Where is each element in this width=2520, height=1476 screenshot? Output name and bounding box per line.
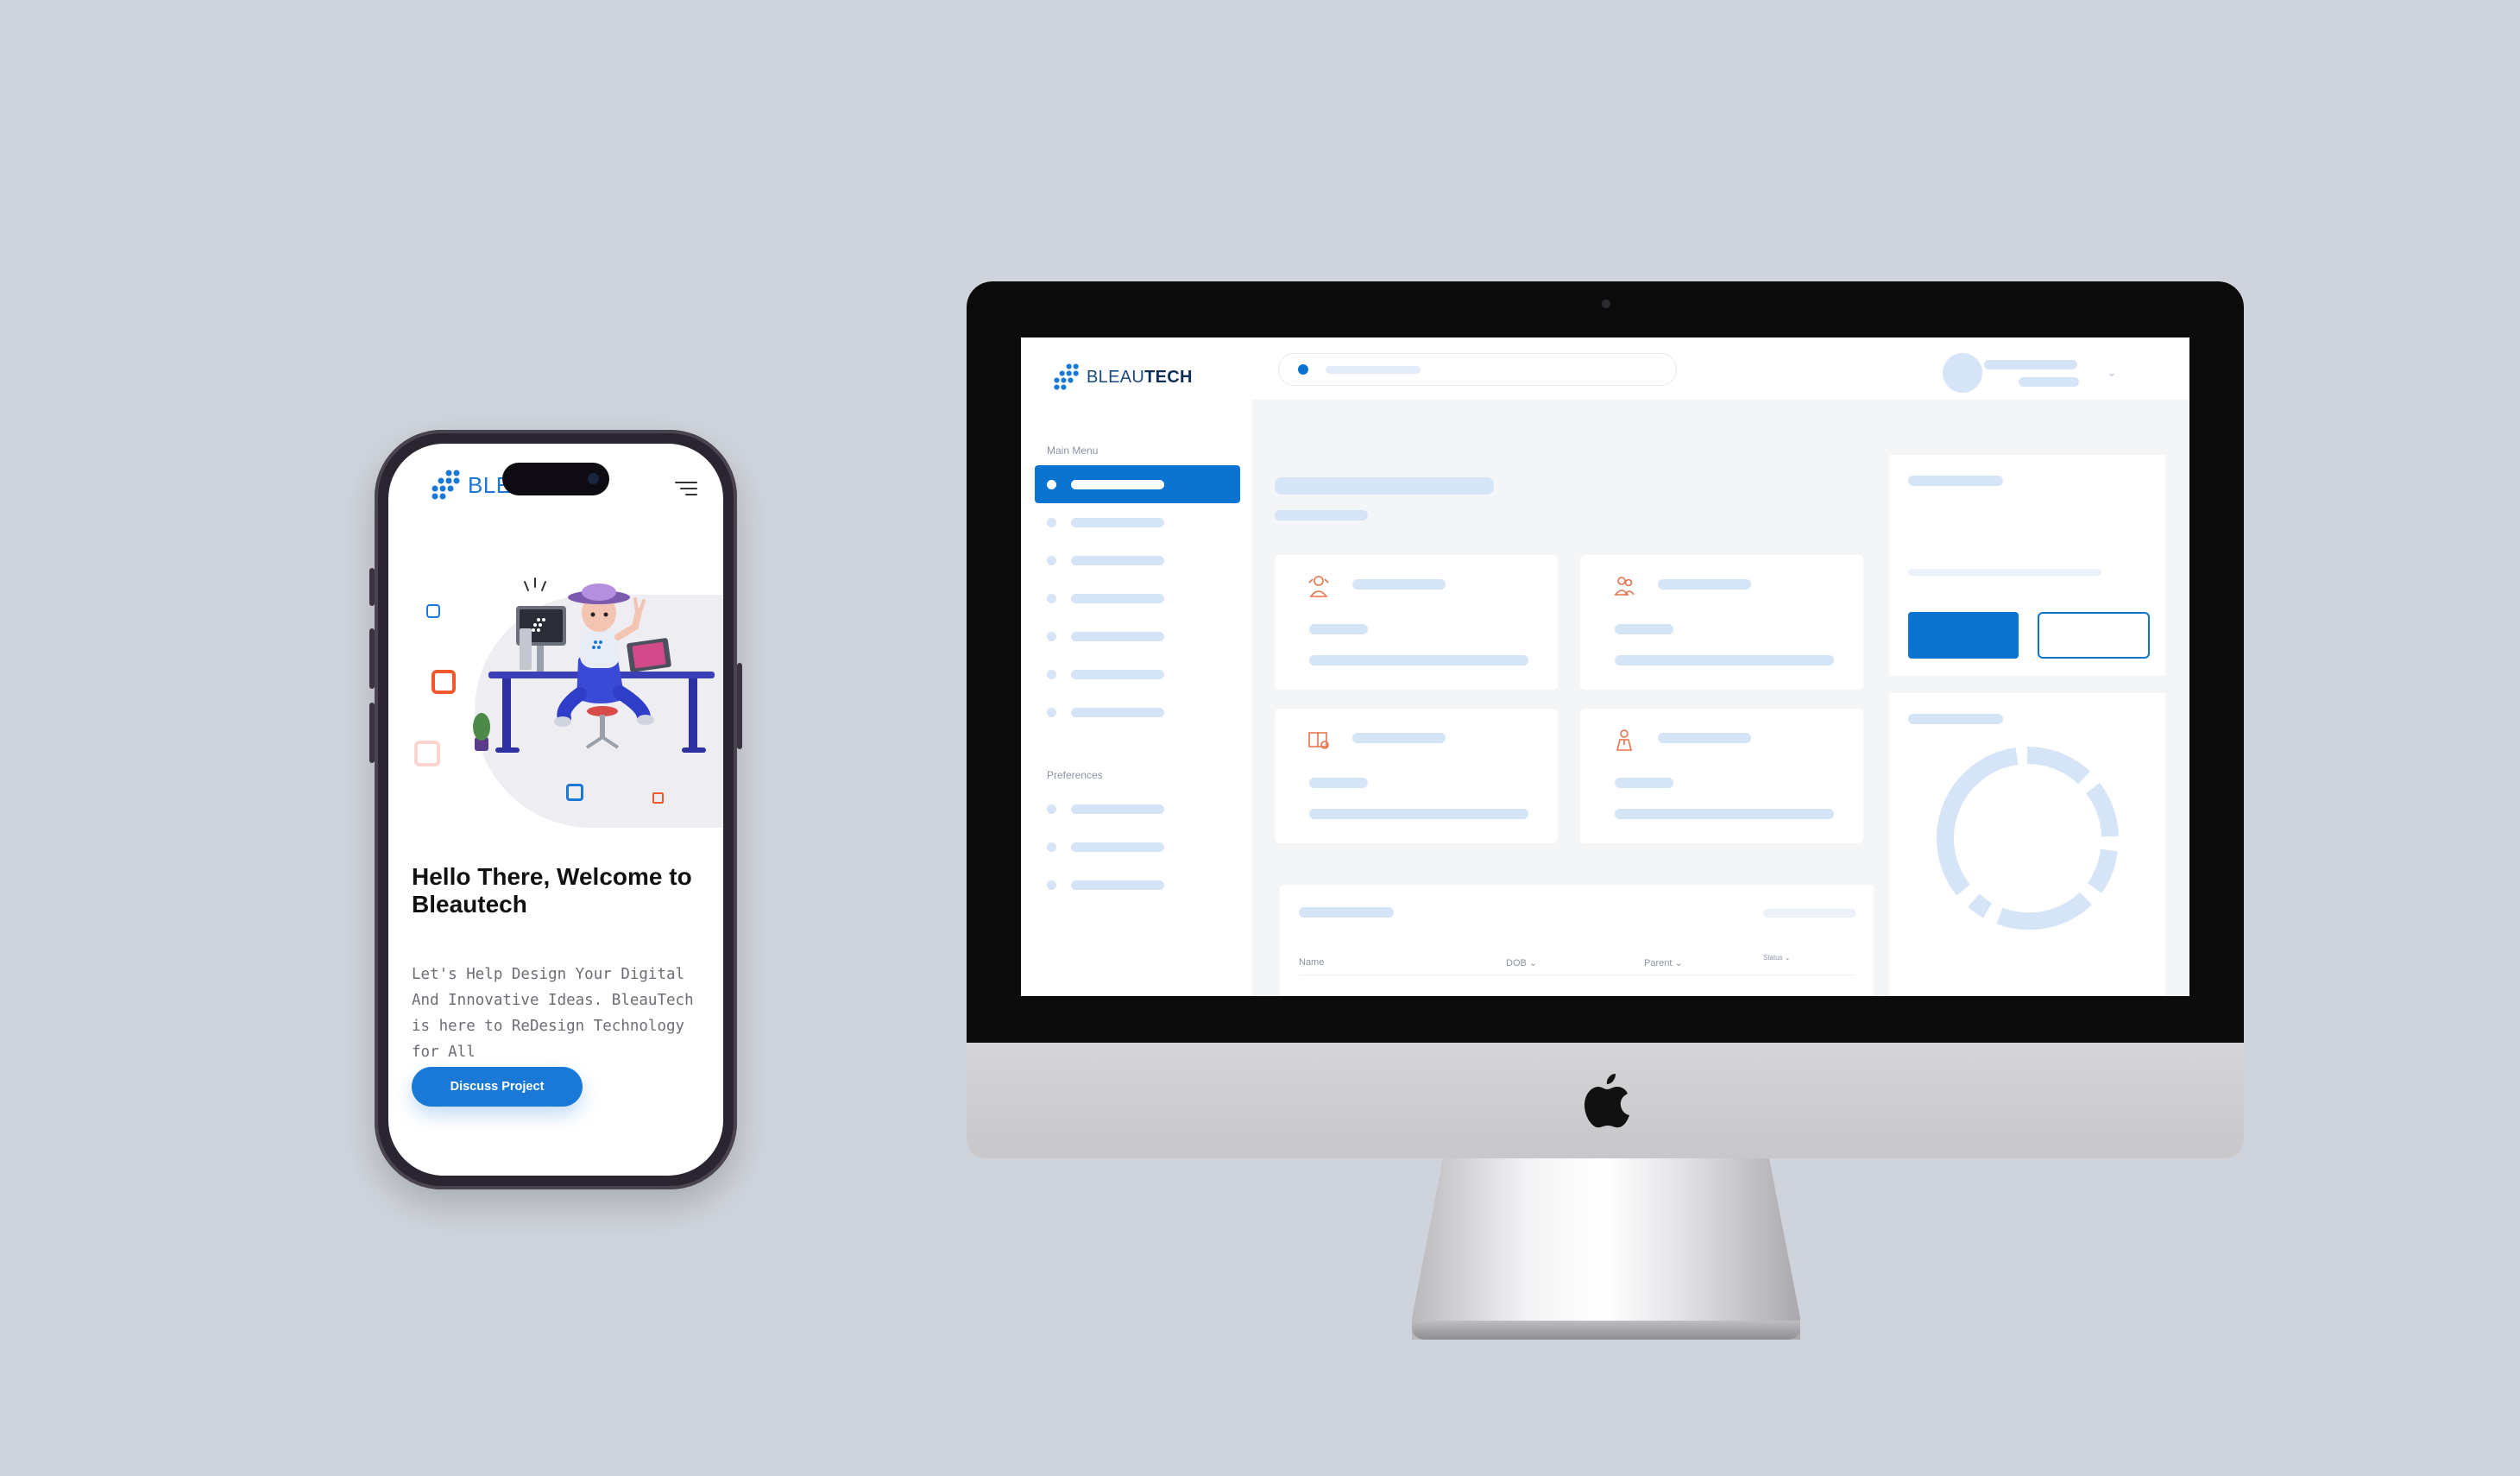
search-icon <box>1298 364 1308 375</box>
stat-card[interactable] <box>1275 709 1558 843</box>
imac-stand <box>1412 1158 1800 1340</box>
search-placeholder <box>1326 366 1421 374</box>
webcam-icon <box>1602 300 1610 308</box>
main-menu-label: Main Menu <box>1047 445 1099 457</box>
donut-segment <box>2085 782 2119 837</box>
donut-segment <box>2087 848 2118 893</box>
sidebar-item[interactable] <box>1035 617 1240 655</box>
developer-illustration <box>473 577 715 753</box>
desktop-logo[interactable]: BLEAUTECH <box>1052 363 1193 391</box>
donut-segment <box>1937 747 2019 896</box>
sidebar-item[interactable] <box>1035 866 1240 904</box>
chart-title-placeholder <box>1908 714 2003 724</box>
mobile-hero-heading: Hello There, Welcome to Bleautech <box>412 863 692 918</box>
bleautech-logo-icon <box>1054 363 1079 390</box>
donut-chart <box>1937 746 2119 930</box>
phone-volume-up <box>369 628 375 689</box>
sidebar-item[interactable] <box>1035 503 1240 541</box>
preferences-label: Preferences <box>1047 769 1103 781</box>
book-icon <box>1308 732 1329 749</box>
mobile-device: BLEA Hello There, Welcome to Bleautech L… <box>369 430 742 1189</box>
sidebar-item[interactable] <box>1035 655 1240 693</box>
users-group-icon <box>1614 577 1635 596</box>
donut-segment <box>2026 746 2090 785</box>
phone-volume-down <box>369 703 375 763</box>
bleautech-logo-icon <box>432 470 460 500</box>
action-panel <box>1889 455 2165 676</box>
stat-card[interactable] <box>1580 709 1863 843</box>
panel-title-placeholder <box>1908 476 2003 486</box>
avatar[interactable] <box>1943 353 1982 393</box>
dynamic-island <box>502 463 609 495</box>
sidebar: BLEAUTECH Main Menu Preferences <box>1021 337 1252 996</box>
stat-card[interactable] <box>1580 555 1863 690</box>
column-header-dob[interactable]: DOB ⌄ <box>1506 957 1537 968</box>
mobile-hero-description: Let's Help Design Your Digital And Innov… <box>412 966 694 1061</box>
hamburger-menu-icon[interactable] <box>675 482 697 495</box>
phone-side-button <box>369 568 375 606</box>
sidebar-item-active[interactable] <box>1035 465 1240 503</box>
page-subtitle-placeholder <box>1275 510 1368 520</box>
sidebar-item[interactable] <box>1035 541 1240 579</box>
desktop-dashboard-screen: BLEAUTECH Main Menu Preferences ⌄ Name D… <box>1021 337 2189 996</box>
imac-stand-foot <box>1412 1321 1800 1340</box>
sidebar-item[interactable] <box>1035 790 1240 828</box>
column-header-status[interactable]: Status ⌄ <box>1763 954 1791 962</box>
primary-button[interactable] <box>1908 612 2019 659</box>
chevron-down-icon[interactable]: ⌄ <box>2107 366 2117 378</box>
imac-chin <box>967 1043 2244 1158</box>
sidebar-item[interactable] <box>1035 828 1240 866</box>
phone-power-button <box>737 663 742 749</box>
chart-panel <box>1889 693 2165 996</box>
desktop-logo-text: BLEAUTECH <box>1087 367 1193 387</box>
discuss-project-button[interactable]: Discuss Project <box>412 1067 583 1107</box>
mobile-screen: BLEA Hello There, Welcome to Bleautech L… <box>388 444 723 1176</box>
column-header-parent[interactable]: Parent ⌄ <box>1644 957 1683 968</box>
donut-segment <box>1968 893 1993 918</box>
search-input[interactable] <box>1278 353 1677 386</box>
person-id-icon <box>1308 576 1329 597</box>
sidebar-item[interactable] <box>1035 579 1240 617</box>
user-name-placeholder <box>1984 360 2077 369</box>
sidebar-item[interactable] <box>1035 693 1240 731</box>
page-title-placeholder <box>1275 477 1494 495</box>
data-table: Name DOB ⌄ Parent ⌄ Status ⌄ <box>1280 885 1874 996</box>
top-bar: ⌄ <box>1252 337 2189 400</box>
teacher-icon <box>1616 729 1633 751</box>
user-role-placeholder <box>2019 377 2079 387</box>
table-action-placeholder <box>1763 909 1856 918</box>
donut-segment <box>1996 892 2092 930</box>
column-header-name[interactable]: Name <box>1299 957 1324 968</box>
decor-square-orange-small <box>652 792 664 804</box>
table-title-placeholder <box>1299 907 1394 918</box>
decor-square-blue <box>566 784 583 801</box>
apple-logo-icon <box>1584 1074 1629 1128</box>
secondary-button[interactable] <box>2038 612 2150 659</box>
stat-card[interactable] <box>1275 555 1558 690</box>
panel-line-placeholder <box>1908 569 2101 576</box>
